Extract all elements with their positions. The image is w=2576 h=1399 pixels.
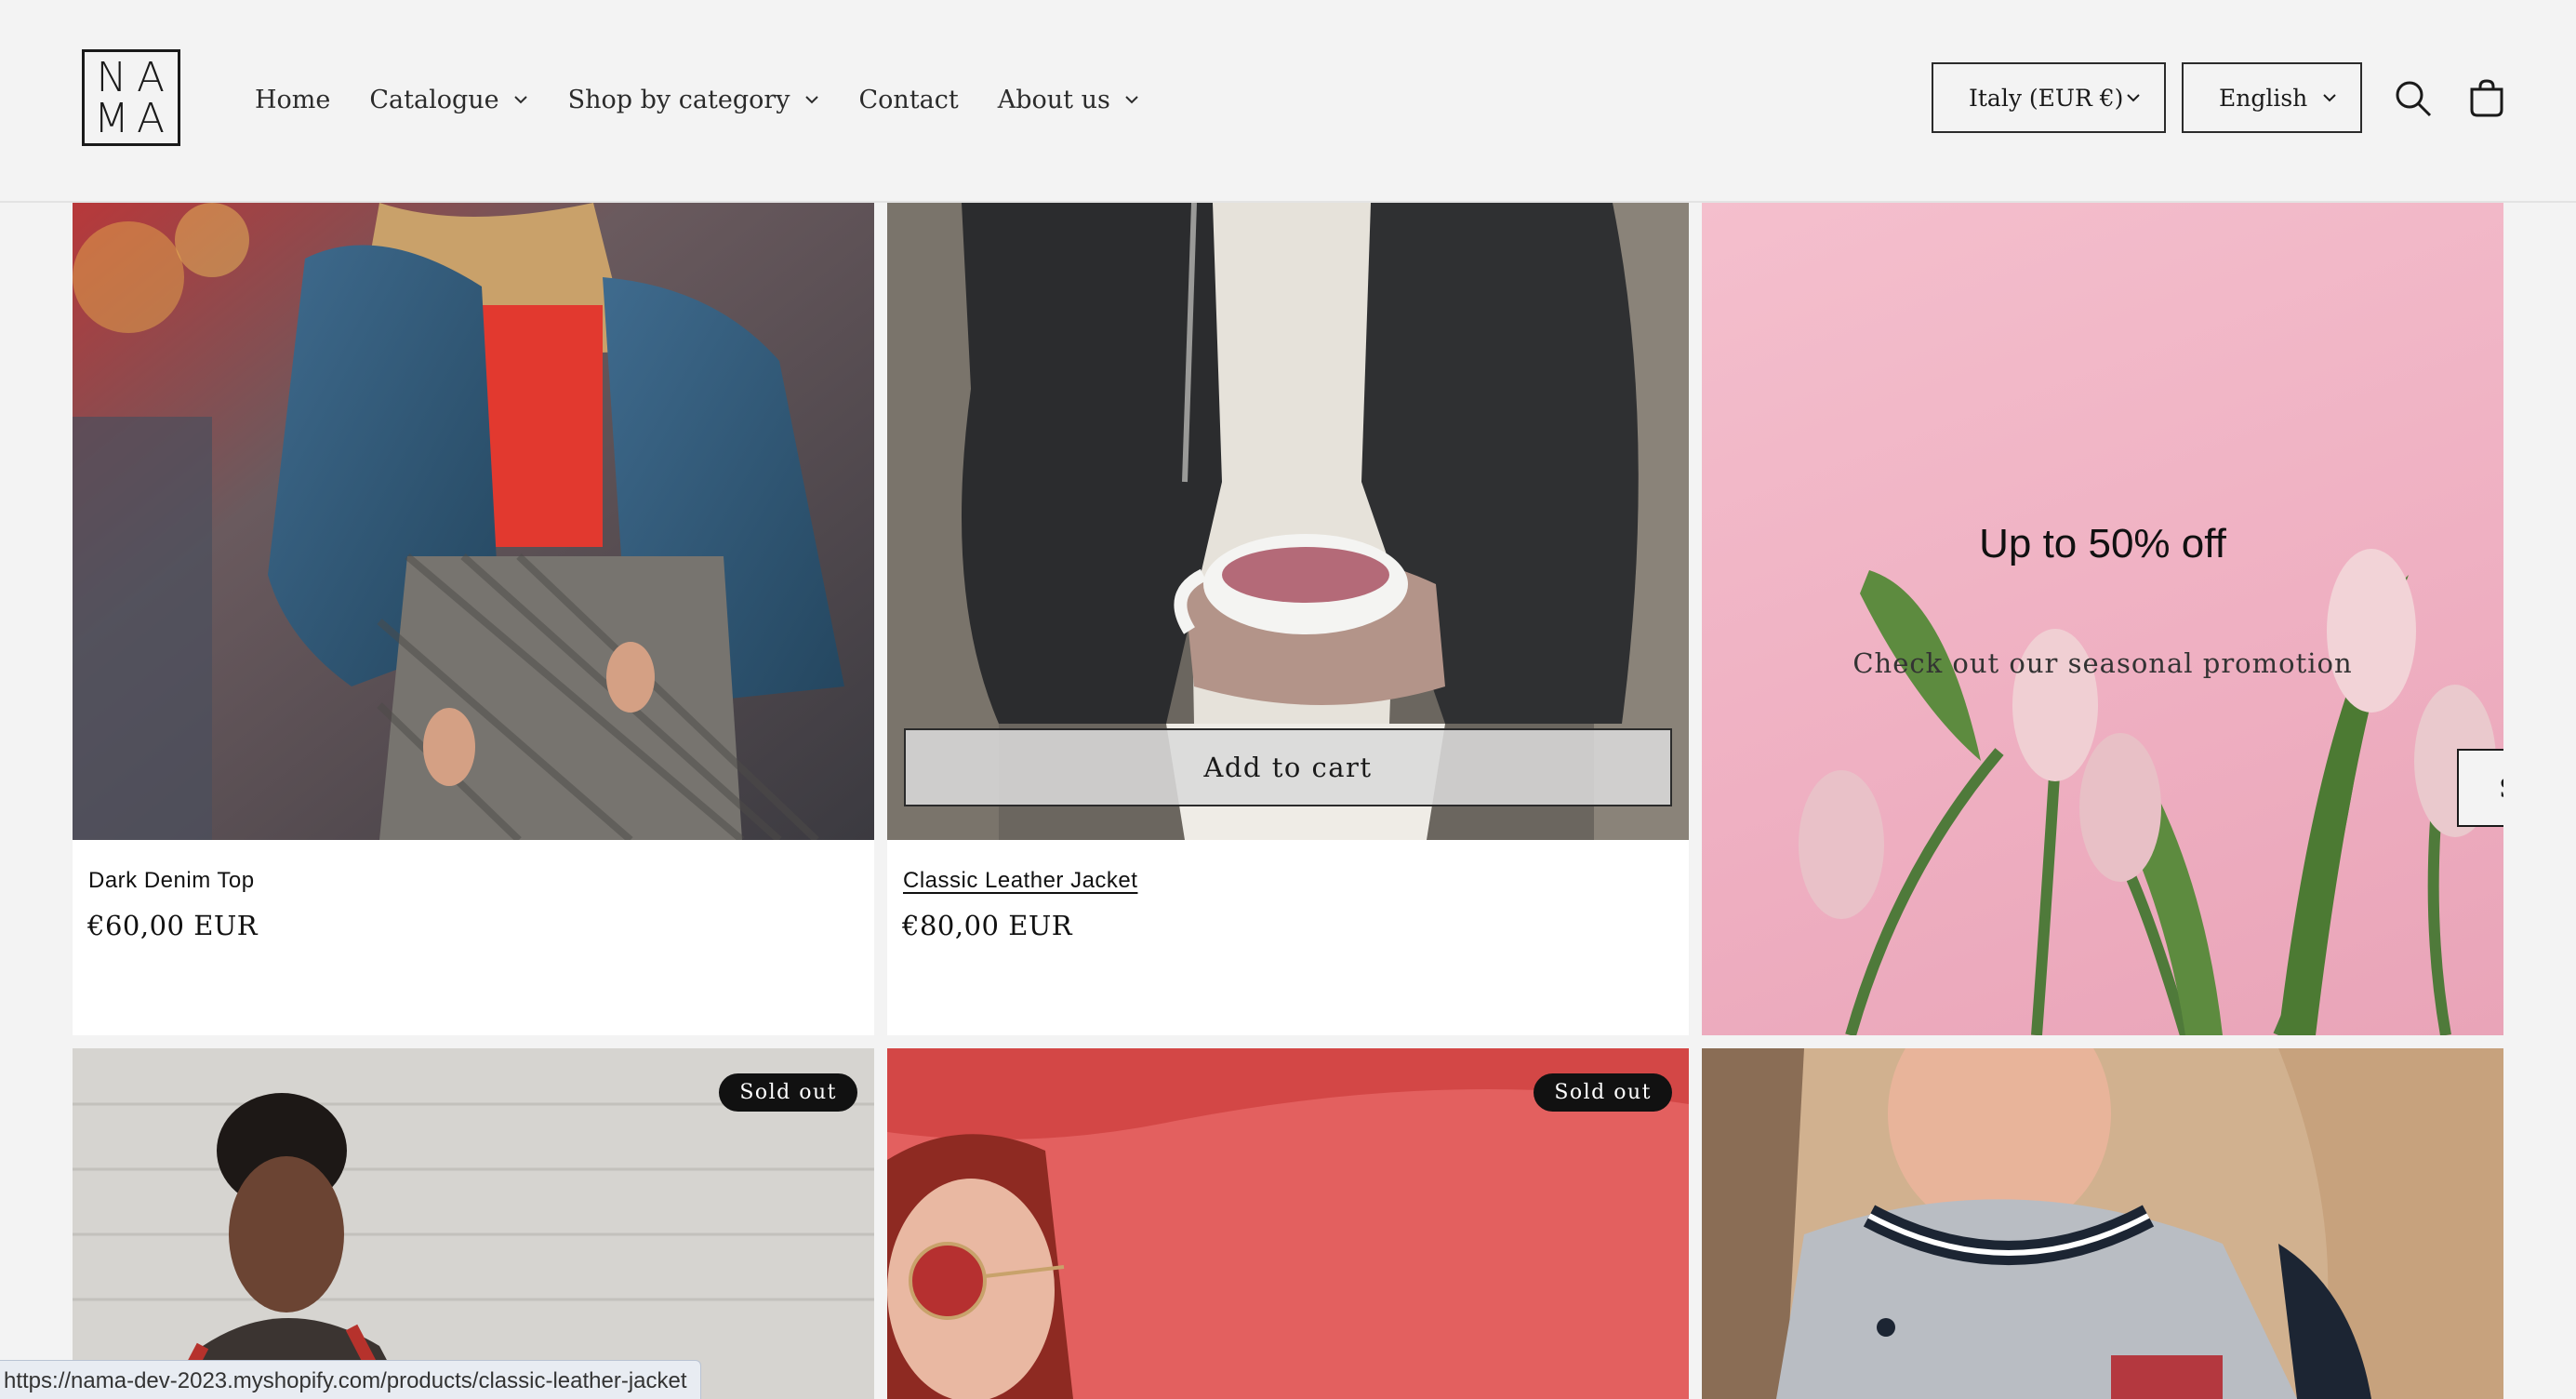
chevron-down-icon xyxy=(1123,91,1140,108)
nav-item-contact[interactable]: Contact xyxy=(859,86,959,114)
search-icon[interactable] xyxy=(2393,78,2434,119)
nav-item-catalogue[interactable]: Catalogue xyxy=(369,86,528,114)
shop-now-button[interactable]: Shop now xyxy=(2457,749,2503,827)
logo-letter: M xyxy=(94,95,129,142)
nama-logo[interactable]: N A M A xyxy=(82,49,180,146)
logo-letter: N xyxy=(96,54,127,101)
sold-out-badge: Sold out xyxy=(719,1073,857,1112)
product-card[interactable]: Sold out xyxy=(73,1048,874,1399)
product-price: €60,00 EUR xyxy=(87,910,259,941)
tulips-image xyxy=(1799,549,2496,1035)
promo-subtitle: Check out our seasonal promotion xyxy=(1852,647,2353,679)
language-selector-value: English xyxy=(2219,84,2308,112)
sold-out-badge: Sold out xyxy=(1534,1073,1672,1112)
nav-item-label: Home xyxy=(255,85,331,114)
product-card[interactable]: Dark Denim Top €60,00 EUR xyxy=(73,203,874,1035)
nav-item-label: Catalogue xyxy=(369,85,499,114)
chevron-down-icon xyxy=(2125,85,2142,112)
product-title[interactable]: Dark Denim Top xyxy=(88,868,255,894)
nav-item-about-us[interactable]: About us xyxy=(998,86,1140,114)
product-card[interactable]: Add to cart Classic Leather Jacket €80,0… xyxy=(887,203,1689,1035)
country-selector-value: Italy (EUR €) xyxy=(1969,84,2124,112)
status-bar-url: https://nama-dev-2023.myshopify.com/prod… xyxy=(0,1360,701,1399)
language-selector[interactable]: English xyxy=(2182,62,2362,133)
product-card[interactable]: Sold out xyxy=(887,1048,1689,1399)
product-title[interactable]: Classic Leather Jacket xyxy=(903,868,1137,894)
nav-item-label: About us xyxy=(997,85,1110,114)
cart-icon[interactable] xyxy=(2466,78,2507,119)
add-to-cart-button[interactable]: Add to cart xyxy=(904,728,1672,806)
promo-banner: Up to 50% off Check out our seasonal pro… xyxy=(1702,203,2503,1035)
chevron-down-icon xyxy=(2321,85,2338,112)
product-price: €80,00 EUR xyxy=(902,910,1073,941)
nav-item-label: Contact xyxy=(858,85,959,114)
product-card[interactable] xyxy=(1702,1048,2503,1399)
main-nav: Home Catalogue Shop by category Contact … xyxy=(255,78,1179,121)
chevron-down-icon xyxy=(803,91,820,108)
nav-item-shop-by-category[interactable]: Shop by category xyxy=(568,86,820,114)
logo-letter: A xyxy=(136,95,166,142)
country-selector[interactable]: Italy (EUR €) xyxy=(1932,62,2166,133)
product-image-dark-denim-top[interactable] xyxy=(73,203,874,840)
nav-item-home[interactable]: Home xyxy=(255,86,330,114)
logo-letter: A xyxy=(136,54,166,101)
nav-item-label: Shop by category xyxy=(567,85,790,114)
chevron-down-icon xyxy=(512,91,529,108)
product-image[interactable] xyxy=(1702,1048,2503,1399)
promo-title: Up to 50% off xyxy=(1979,521,2226,566)
site-header: N A M A Home Catalogue Shop by category … xyxy=(0,0,2576,203)
